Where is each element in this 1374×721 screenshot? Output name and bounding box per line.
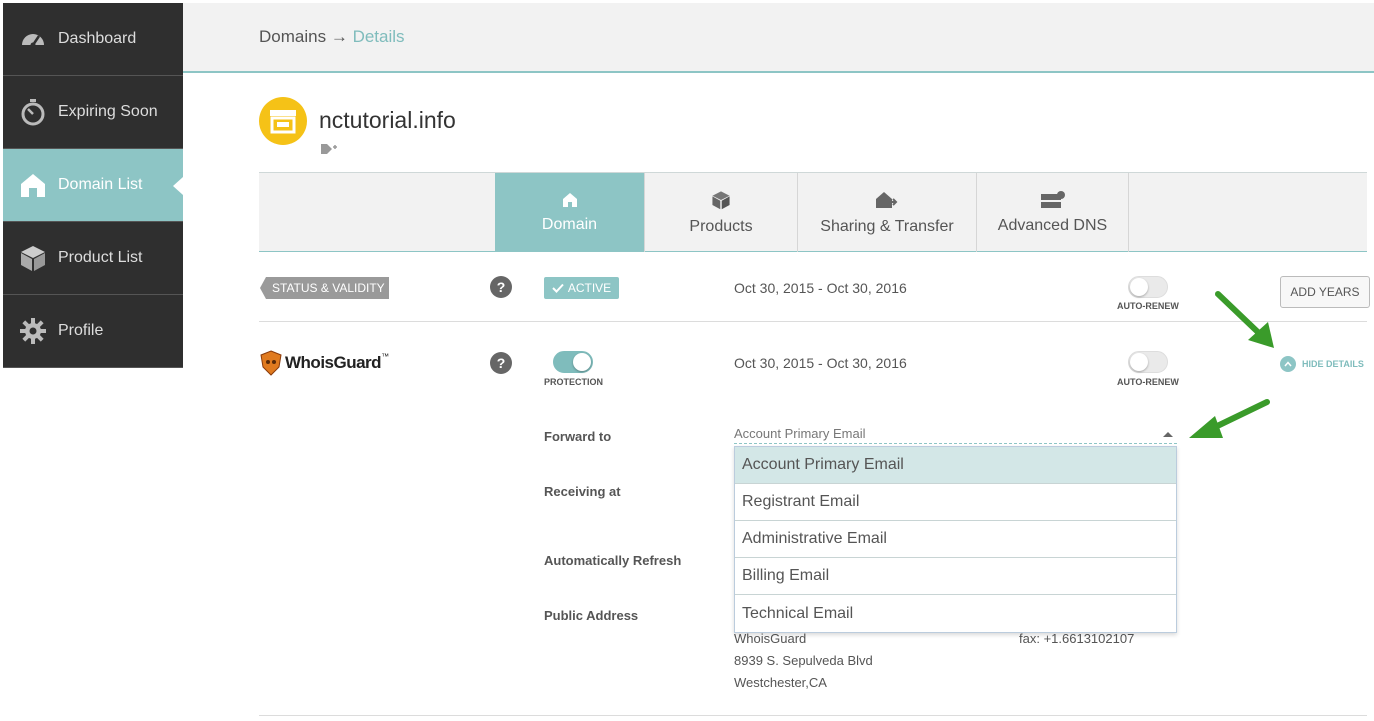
whoisguard-dates: Oct 30, 2015 - Oct 30, 2016 bbox=[734, 355, 907, 371]
chevron-up-icon bbox=[1280, 356, 1296, 372]
public-address-label: Public Address bbox=[544, 608, 639, 623]
auto-renew-label: AUTO-RENEW bbox=[1117, 377, 1179, 387]
hide-details-link[interactable]: HIDE DETAILS bbox=[1280, 356, 1364, 372]
sidebar-item-label: Expiring Soon bbox=[58, 103, 158, 120]
top-bar: Domains → Details bbox=[183, 3, 1374, 73]
gauge-icon bbox=[22, 34, 44, 48]
annotation-arrow-icon bbox=[1215, 291, 1274, 348]
forward-to-select[interactable]: Account Primary Email bbox=[734, 426, 1177, 444]
sidebar-item-label: Domain List bbox=[58, 176, 143, 193]
page-title: nctutorial.info bbox=[319, 107, 456, 133]
help-icon[interactable]: ? bbox=[490, 352, 512, 374]
protection-label: PROTECTION bbox=[544, 377, 604, 387]
dropdown-option[interactable]: Administrative Email bbox=[735, 521, 1176, 558]
automatically-refresh-label: Automatically Refresh bbox=[544, 553, 682, 568]
whoisguard-logo: WhoisGuard ™ bbox=[260, 350, 389, 376]
sidebar-item-label: Profile bbox=[58, 322, 104, 339]
tab-label: Sharing & Transfer bbox=[820, 217, 954, 235]
tab-label: Advanced DNS bbox=[997, 216, 1108, 234]
whoisguard-logo-text: WhoisGuard bbox=[285, 353, 382, 372]
dropdown-option[interactable]: Billing Email bbox=[735, 558, 1176, 595]
status-badge-label: ACTIVE bbox=[567, 281, 612, 295]
forward-to-dropdown: Account Primary Email Registrant Email A… bbox=[734, 446, 1177, 633]
transfer-icon bbox=[876, 191, 898, 208]
status-badge: ACTIVE bbox=[544, 277, 619, 299]
dropdown-option[interactable]: Technical Email bbox=[735, 595, 1176, 632]
divider bbox=[259, 321, 1367, 322]
dropdown-option[interactable]: Account Primary Email bbox=[735, 447, 1176, 484]
sidebar-item-dashboard[interactable]: Dashboard bbox=[3, 3, 183, 76]
home-icon bbox=[562, 192, 577, 207]
sidebar-item-domain-list[interactable]: Domain List bbox=[3, 149, 183, 222]
gear-icon bbox=[20, 318, 46, 344]
address-line: WhoisGuard bbox=[734, 631, 807, 646]
sidebar-item-expiring-soon[interactable]: Expiring Soon bbox=[3, 76, 183, 149]
tab-sharing-transfer[interactable]: Sharing & Transfer bbox=[797, 173, 976, 252]
tab-domain[interactable]: Domain bbox=[495, 173, 644, 252]
home-icon bbox=[21, 174, 45, 197]
receiving-at-label: Receiving at bbox=[544, 484, 621, 499]
breadcrumb-current: Details bbox=[352, 27, 405, 46]
protection-toggle[interactable] bbox=[553, 351, 593, 373]
breadcrumb: Domains → Details bbox=[259, 27, 405, 47]
divider bbox=[259, 715, 1367, 716]
caret-up-icon bbox=[1163, 432, 1173, 437]
forward-to-label: Forward to bbox=[544, 429, 612, 444]
sidebar-item-label: Dashboard bbox=[58, 30, 137, 47]
whoisguard-shield-icon bbox=[260, 350, 282, 376]
box-icon bbox=[712, 190, 730, 209]
server-icon bbox=[1040, 190, 1065, 208]
auto-renew-toggle[interactable] bbox=[1128, 276, 1168, 298]
sidebar-item-profile[interactable]: Profile bbox=[3, 295, 183, 368]
validity-dates: Oct 30, 2015 - Oct 30, 2016 bbox=[734, 280, 907, 296]
box-icon bbox=[21, 246, 45, 271]
tab-bar: Domain Products Sharing & Transfer Advan… bbox=[259, 172, 1367, 252]
sidebar-item-product-list[interactable]: Product List bbox=[3, 222, 183, 295]
forward-to-value: Account Primary Email bbox=[734, 426, 866, 441]
whoisguard-logo-tm: ™ bbox=[381, 352, 390, 361]
tab-advanced-dns[interactable]: Advanced DNS bbox=[976, 173, 1129, 252]
address-line: Westchester,CA bbox=[734, 675, 827, 690]
tab-products[interactable]: Products bbox=[644, 173, 797, 252]
stopwatch-icon bbox=[21, 99, 45, 126]
add-tag-icon[interactable] bbox=[320, 142, 338, 160]
hide-details-label: HIDE DETAILS bbox=[1302, 359, 1364, 369]
breadcrumb-parent[interactable]: Domains bbox=[259, 27, 326, 46]
sidebar-item-label: Product List bbox=[58, 249, 143, 266]
address-line: 8939 S. Sepulveda Blvd bbox=[734, 653, 873, 668]
status-validity-tag: STATUS & VALIDITY bbox=[260, 277, 389, 299]
tab-label: Domain bbox=[541, 215, 598, 233]
add-years-button[interactable]: ADD YEARS bbox=[1280, 276, 1370, 308]
help-icon[interactable]: ? bbox=[490, 276, 512, 298]
annotation-arrow-icon bbox=[1189, 399, 1270, 438]
dropdown-option[interactable]: Registrant Email bbox=[735, 484, 1176, 521]
storefront-icon bbox=[259, 97, 307, 145]
auto-renew-label: AUTO-RENEW bbox=[1117, 301, 1179, 311]
breadcrumb-separator: → bbox=[330, 27, 348, 46]
whoisguard-auto-renew-toggle[interactable] bbox=[1128, 351, 1168, 373]
check-icon bbox=[552, 283, 564, 293]
sidebar: Dashboard Expiring Soon Domain List Prod… bbox=[3, 3, 183, 368]
tab-label: Products bbox=[689, 217, 753, 235]
fax-number: fax: +1.6613102107 bbox=[1019, 631, 1135, 646]
